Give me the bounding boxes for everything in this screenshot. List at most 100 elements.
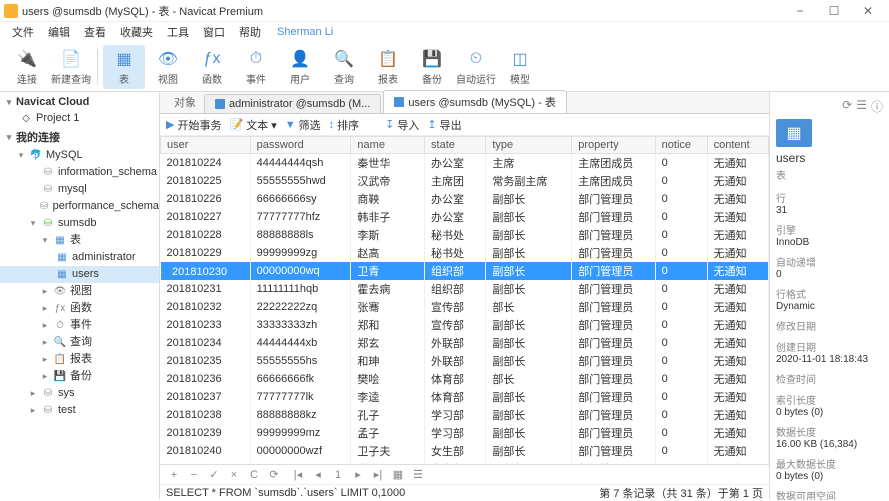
table-row[interactable]: 20181023222222222zq张骞宣传部部长部门管理员0无通知 xyxy=(161,298,769,316)
tool-报表[interactable]: 📋报表 xyxy=(367,45,409,89)
tool-用户[interactable]: 👤用户 xyxy=(279,45,321,89)
sort-button[interactable]: ↕排序 xyxy=(329,117,360,133)
nav-db-information_schema[interactable]: ⛁information_schema xyxy=(0,164,159,181)
nav-project[interactable]: ◇Project 1 xyxy=(0,110,159,127)
col-content[interactable]: content xyxy=(707,137,768,154)
page-last-button[interactable]: ▸| xyxy=(370,467,386,483)
prop-key: 引擎 xyxy=(776,222,883,237)
tool-自动运行[interactable]: ⏲自动运行 xyxy=(455,45,497,89)
tool-表[interactable]: ▦表 xyxy=(103,45,145,89)
grid-action-−[interactable]: − xyxy=(186,467,202,483)
nav-folder-报表[interactable]: ▸📋报表 xyxy=(0,351,159,368)
table-row[interactable]: 20181022777777777hfz韩非子办公室副部长部门管理员0无通知 xyxy=(161,208,769,226)
tab-objects-label[interactable]: 对象 xyxy=(166,91,204,113)
nav-cloud-header[interactable]: ▾Navicat Cloud xyxy=(0,94,159,110)
close-button[interactable]: ✕ xyxy=(851,0,885,22)
nav-table-administrator[interactable]: ▦administrator xyxy=(0,249,159,266)
text-mode-button[interactable]: 📝文本 ▾ xyxy=(229,117,276,133)
navigation-tree: ▾Navicat Cloud ◇Project 1 ▾我的连接 ▾🐬MySQL … xyxy=(0,92,160,500)
prop-key: 创建日期 xyxy=(776,339,883,354)
tool-备份[interactable]: 💾备份 xyxy=(411,45,453,89)
nav-db-performance_schema[interactable]: ⛁performance_schema xyxy=(0,198,159,215)
menu-1[interactable]: 编辑 xyxy=(42,22,76,42)
table-row[interactable]: 20181023666666666fk樊哙体育部部长部门管理员0无通知 xyxy=(161,370,769,388)
props-menu-icon[interactable]: ☰ xyxy=(856,98,867,115)
col-state[interactable]: state xyxy=(425,137,486,154)
tab-administrator @sumsdb (M...[interactable]: administrator @sumsdb (M... xyxy=(204,94,381,113)
props-info-icon[interactable]: ⓘ xyxy=(871,98,883,115)
grid-action-✓[interactable]: ✓ xyxy=(206,467,222,483)
page-next-button[interactable]: ▸ xyxy=(350,467,366,483)
table-row[interactable]: 20181023999999999mz孟子学习部副部长部门管理员0无通知 xyxy=(161,424,769,442)
nav-db-test[interactable]: ▸⛁test xyxy=(0,402,159,419)
nav-myconn-header[interactable]: ▾我的连接 xyxy=(0,127,159,147)
menu-0[interactable]: 文件 xyxy=(6,22,40,42)
col-notice[interactable]: notice xyxy=(655,137,707,154)
window-title: users @sumsdb (MySQL) - 表 - Navicat Prem… xyxy=(22,3,263,19)
import-button[interactable]: ↧导入 xyxy=(385,117,419,133)
current-user[interactable]: Sherman Li xyxy=(271,24,339,40)
nav-folder-备份[interactable]: ▸💾备份 xyxy=(0,368,159,385)
table-row[interactable]: 20181023111111111hqb霍去病组织部副部长部门管理员0无通知 xyxy=(161,280,769,298)
data-grid[interactable]: userpasswordnamestatetypepropertynoticec… xyxy=(160,136,769,464)
nav-folder-事件[interactable]: ▸⏱事件 xyxy=(0,317,159,334)
maximize-button[interactable]: ☐ xyxy=(817,0,851,22)
menu-6[interactable]: 帮助 xyxy=(233,22,267,42)
table-row[interactable]: 20181022666666666sy商鞅办公室副部长部门管理员0无通知 xyxy=(161,190,769,208)
grid-settings-button[interactable]: ▦ xyxy=(390,467,406,483)
table-row[interactable]: 20181023555555555hs和珅外联部副部长部门管理员0无通知 xyxy=(161,352,769,370)
tool-查询[interactable]: 🔍查询 xyxy=(323,45,365,89)
minimize-button[interactable]: − xyxy=(783,0,817,22)
nav-folder-视图[interactable]: ▸👁视图 xyxy=(0,283,159,300)
begin-transaction-button[interactable]: ▶开始事务 xyxy=(166,117,221,133)
table-row[interactable]: 20181022999999999zg赵高秘书处副部长部门管理员0无通知 xyxy=(161,244,769,262)
grid-view-button[interactable]: ☰ xyxy=(410,467,426,483)
prop-value: 0 xyxy=(776,269,883,280)
menu-2[interactable]: 查看 xyxy=(78,22,112,42)
page-prev-button[interactable]: ◂ xyxy=(310,467,326,483)
nav-folder-查询[interactable]: ▸🔍查询 xyxy=(0,334,159,351)
grid-action-⟳[interactable]: ⟳ xyxy=(266,467,282,483)
table-row[interactable]: 20181024111111111xdy谢道韫女生部副部长部门管理员0无通知 xyxy=(161,460,769,464)
nav-tables-folder[interactable]: ▾▦表 xyxy=(0,232,159,249)
page-num: 1 xyxy=(330,467,346,483)
grid-action-×[interactable]: × xyxy=(226,467,242,483)
table-row[interactable]: 20181024000000000wzf卫子夫女生部副部长部门管理员0无通知 xyxy=(161,442,769,460)
nav-db-sys[interactable]: ▸⛁sys xyxy=(0,385,159,402)
col-password[interactable]: password xyxy=(250,137,351,154)
table-row[interactable]: 20181023444444444xb郑玄外联部副部长部门管理员0无通知 xyxy=(161,334,769,352)
tool-新建查询[interactable]: 📄新建查询 xyxy=(50,45,92,89)
tool-函数[interactable]: ƒx函数 xyxy=(191,45,233,89)
tool-事件[interactable]: ⏱事件 xyxy=(235,45,277,89)
table-row[interactable]: 20181022888888888ls李斯秘书处副部长部门管理员0无通知 xyxy=(161,226,769,244)
page-first-button[interactable]: |◂ xyxy=(290,467,306,483)
tool-连接[interactable]: 🔌连接 xyxy=(6,45,48,89)
col-name[interactable]: name xyxy=(351,137,425,154)
table-row[interactable]: ▸20181023000000000wq卫青组织部副部长部门管理员0无通知 xyxy=(161,262,769,280)
nav-table-users[interactable]: ▦users xyxy=(0,266,159,283)
props-refresh-icon[interactable]: ⟳ xyxy=(842,98,852,115)
nav-folder-函数[interactable]: ▸ƒx函数 xyxy=(0,300,159,317)
grid-action-+[interactable]: + xyxy=(166,467,182,483)
table-row[interactable]: 20181022444444444qsh秦世华办公室主席主席团成员0无通知 xyxy=(161,154,769,173)
col-type[interactable]: type xyxy=(486,137,572,154)
grid-action-C[interactable]: C xyxy=(246,467,262,483)
table-row[interactable]: 20181022555555555hwd汉武帝主席团常务副主席主席团成员0无通知 xyxy=(161,172,769,190)
menu-5[interactable]: 窗口 xyxy=(197,22,231,42)
table-row[interactable]: 20181023777777777lk李逵体育部副部长部门管理员0无通知 xyxy=(161,388,769,406)
col-property[interactable]: property xyxy=(572,137,655,154)
tool-模型[interactable]: ◫模型 xyxy=(499,45,541,89)
menu-3[interactable]: 收藏夹 xyxy=(114,22,159,42)
tool-视图[interactable]: 👁视图 xyxy=(147,45,189,89)
tab-users @sumsdb (MySQL) - 表[interactable]: users @sumsdb (MySQL) - 表 xyxy=(383,90,566,113)
table-row[interactable]: 20181023888888888kz孔子学习部副部长部门管理员0无通知 xyxy=(161,406,769,424)
filter-button[interactable]: ▼筛选 xyxy=(285,117,321,133)
export-button[interactable]: ↥导出 xyxy=(427,117,461,133)
nav-db-mysql[interactable]: ⛁mysql xyxy=(0,181,159,198)
table-row[interactable]: 20181023333333333zh郑和宣传部副部长部门管理员0无通知 xyxy=(161,316,769,334)
nav-db-sumsdb[interactable]: ▾⛁sumsdb xyxy=(0,215,159,232)
nav-conn-mysql[interactable]: ▾🐬MySQL xyxy=(0,147,159,164)
menu-4[interactable]: 工具 xyxy=(161,22,195,42)
col-user[interactable]: user xyxy=(161,137,251,154)
prop-key: 数据可用空间 xyxy=(776,488,883,500)
